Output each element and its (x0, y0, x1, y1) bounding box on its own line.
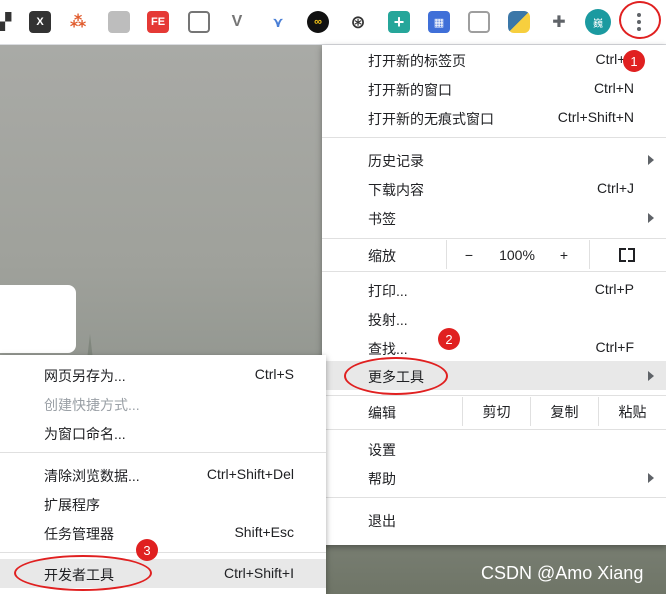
bookmark-tag-icon[interactable] (468, 11, 490, 33)
menu-item-bookmarks[interactable]: 书签 (322, 203, 666, 232)
submenu-item-clear-data[interactable]: 清除浏览数据... Ctrl+Shift+Del (0, 460, 326, 489)
submenu-item-save-page[interactable]: 网页另存为... Ctrl+S (0, 360, 326, 389)
highlight-ring (344, 357, 448, 395)
cut-button[interactable]: 剪切 (463, 397, 530, 426)
step-badge: 1 (623, 50, 645, 72)
menu-divider (322, 238, 666, 239)
step-badge: 3 (136, 539, 158, 561)
shortcut-text: Ctrl+Shift+I (223, 565, 294, 581)
menu-item-label: 网页另存为... (44, 368, 126, 384)
plus-square-icon[interactable]: + (388, 11, 410, 33)
shortcut-text: Shift+Esc (234, 524, 294, 540)
shortcut-text: Ctrl+Shift+Del (206, 466, 294, 482)
step-badge: 2 (438, 328, 460, 350)
submenu-arrow-icon (648, 473, 654, 483)
menu-divider (322, 137, 666, 138)
menu-item-new-tab[interactable]: 打开新的标签页 Ctrl+T (322, 45, 666, 74)
infinity-icon[interactable]: ∞ (307, 11, 329, 33)
python-icon[interactable] (508, 11, 530, 33)
chrome-main-menu: 打开新的标签页 Ctrl+T 打开新的窗口 Ctrl+N 打开新的无痕式窗口 C… (322, 45, 666, 545)
network-tree-icon[interactable]: ⁂ (67, 11, 89, 33)
menu-divider (322, 497, 666, 498)
menu-item-label: 投射... (368, 312, 408, 328)
menu-divider (322, 271, 666, 272)
shortcut-text: Ctrl+P (594, 281, 634, 297)
menu-divider (0, 452, 326, 453)
vue-devtools-icon[interactable]: V (226, 11, 248, 33)
menu-item-label: 历史记录 (368, 153, 424, 169)
menu-item-help[interactable]: 帮助 (322, 463, 666, 492)
grayscale-icon[interactable] (108, 11, 130, 33)
watermark-text: CSDN @Amo Xiang (481, 563, 644, 583)
submenu-item-create-shortcut[interactable]: 创建快捷方式... (0, 389, 326, 418)
menu-item-label: 任务管理器 (44, 526, 114, 542)
chevrons-down-icon[interactable]: ⋎ (267, 11, 289, 33)
x-app-icon[interactable]: X (29, 11, 51, 33)
edit-row: 编辑 剪切 复制 粘贴 (322, 397, 666, 426)
copy-button[interactable]: 复制 (531, 397, 598, 426)
zoom-row: 缩放 − 100% + (322, 240, 666, 269)
menu-item-exit[interactable]: 退出 (322, 505, 666, 534)
edit-label: 编辑 (368, 405, 396, 421)
menu-item-label: 帮助 (368, 471, 396, 487)
menu-item-label: 扩展程序 (44, 497, 100, 513)
menu-item-label: 打开新的无痕式窗口 (368, 111, 494, 127)
film-reel-icon[interactable]: ⊛ (347, 11, 369, 33)
menu-item-settings[interactable]: 设置 (322, 434, 666, 463)
puzzle-fragment-icon[interactable]: ▞ (0, 11, 16, 33)
shortcut-text: Ctrl+J (597, 180, 634, 196)
menu-divider (322, 429, 666, 430)
menu-item-label: 退出 (368, 513, 396, 529)
menu-item-label: 设置 (368, 442, 396, 458)
extensions-puzzle-icon[interactable]: ✚ (548, 11, 570, 33)
zoom-out-button[interactable]: − (454, 240, 484, 269)
submenu-arrow-icon (648, 155, 654, 165)
page-card (0, 285, 76, 353)
shortcut-text: Ctrl+S (254, 366, 294, 382)
highlight-ring (619, 1, 661, 39)
menu-item-label: 为窗口命名... (44, 426, 126, 442)
menu-item-find[interactable]: 查找... Ctrl+F (322, 333, 666, 362)
divider (446, 240, 447, 269)
menu-divider (322, 395, 666, 396)
menu-item-print[interactable]: 打印... Ctrl+P (322, 275, 666, 304)
menu-item-cast[interactable]: 投射... (322, 304, 666, 333)
menu-item-label: 查找... (368, 341, 408, 357)
fullscreen-icon[interactable] (619, 248, 635, 262)
paste-button[interactable]: 粘贴 (599, 397, 666, 426)
submenu-item-name-window[interactable]: 为窗口命名... (0, 418, 326, 447)
divider (589, 240, 590, 269)
zoom-in-button[interactable]: + (549, 240, 579, 269)
zoom-level: 100% (499, 246, 535, 263)
qr-code-icon[interactable]: ▦ (428, 11, 450, 33)
avatar[interactable]: 巍 (585, 9, 611, 35)
menu-item-history[interactable]: 历史记录 (322, 145, 666, 174)
menu-item-label: 打开新的窗口 (368, 82, 452, 98)
menu-item-label: 创建快捷方式... (44, 397, 140, 413)
menu-item-label: 打印... (368, 283, 408, 299)
menu-item-new-incognito[interactable]: 打开新的无痕式窗口 Ctrl+Shift+N (322, 103, 666, 132)
menu-divider (0, 552, 326, 553)
menu-item-label: 打开新的标签页 (368, 53, 466, 69)
browser-toolbar: ▞ X ⁂ FE V ⋎ ∞ ⊛ + ▦ ✚ 巍 (0, 0, 666, 45)
highlight-ring (14, 555, 152, 591)
window-icon[interactable] (188, 11, 210, 33)
submenu-arrow-icon (648, 371, 654, 381)
shortcut-text: Ctrl+F (595, 339, 635, 355)
fe-helper-icon[interactable]: FE (147, 11, 169, 33)
menu-item-new-window[interactable]: 打开新的窗口 Ctrl+N (322, 74, 666, 103)
menu-item-label: 清除浏览数据... (44, 468, 140, 484)
zoom-label: 缩放 (368, 248, 396, 264)
submenu-arrow-icon (648, 213, 654, 223)
submenu-item-task-manager[interactable]: 任务管理器 Shift+Esc (0, 518, 326, 547)
shortcut-text: Ctrl+N (593, 80, 634, 96)
submenu-item-extensions[interactable]: 扩展程序 (0, 489, 326, 518)
menu-item-label: 书签 (368, 211, 396, 227)
menu-item-label: 下载内容 (368, 182, 424, 198)
menu-item-downloads[interactable]: 下载内容 Ctrl+J (322, 174, 666, 203)
shortcut-text: Ctrl+Shift+N (557, 109, 634, 125)
